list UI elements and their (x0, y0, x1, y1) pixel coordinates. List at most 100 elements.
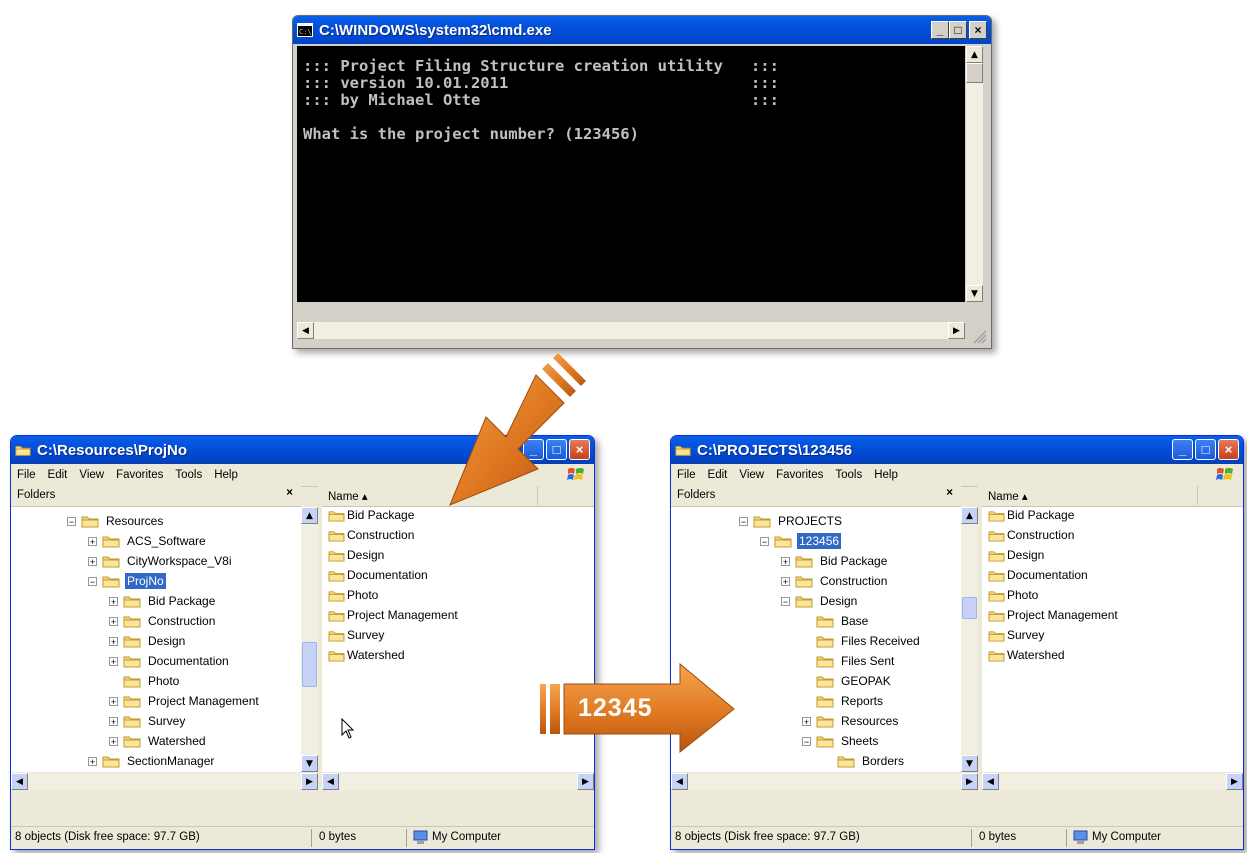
tree-vertical-scrollbar[interactable]: ▲ ▼ (301, 507, 318, 772)
scroll-down-arrow-icon[interactable]: ▼ (961, 755, 978, 772)
menu-edit[interactable]: Edit (702, 469, 734, 481)
scroll-thumb[interactable] (302, 642, 317, 687)
collapse-icon[interactable]: − (67, 516, 76, 526)
expand-icon[interactable]: + (88, 556, 97, 566)
menu-tools[interactable]: Tools (169, 469, 208, 481)
minimize-button[interactable]: _ (1172, 439, 1193, 460)
collapse-icon[interactable]: − (802, 736, 811, 746)
menu-tools[interactable]: Tools (829, 469, 868, 481)
list-item[interactable]: Photo (328, 585, 378, 605)
console-vertical-scrollbar[interactable]: ▲ ▼ (966, 46, 983, 302)
scroll-left-arrow-icon[interactable]: ◀ (671, 773, 688, 790)
menu-file[interactable]: File (671, 469, 702, 481)
collapse-icon[interactable]: − (781, 596, 790, 606)
close-folders-pane-icon[interactable]: × (286, 487, 293, 499)
menu-help[interactable]: Help (208, 469, 244, 481)
tree-item[interactable]: GEOPAK (802, 671, 893, 691)
close-folders-pane-icon[interactable]: × (946, 487, 953, 499)
expand-icon[interactable]: + (88, 756, 97, 766)
list-item[interactable]: Bid Package (988, 505, 1074, 525)
list-item[interactable]: Survey (988, 625, 1044, 645)
tree-item[interactable]: + Project Management (109, 691, 261, 711)
list-item[interactable]: Watershed (988, 645, 1065, 665)
expand-icon[interactable]: + (109, 696, 118, 706)
scroll-right-arrow-icon[interactable]: ▶ (948, 322, 965, 339)
tree-item[interactable]: + SectionManager (88, 751, 216, 771)
expand-icon[interactable]: + (781, 556, 790, 566)
expand-icon[interactable]: + (88, 536, 97, 546)
list-item[interactable]: Bid Package (328, 505, 414, 525)
expand-icon[interactable]: + (109, 596, 118, 606)
name-column-header[interactable]: Name ▴ (988, 486, 1198, 505)
tree-item[interactable]: − Sheets (802, 731, 880, 751)
tree-item[interactable]: + Documentation (109, 651, 231, 671)
list-item[interactable]: Design (328, 545, 384, 565)
menu-view[interactable]: View (73, 469, 110, 481)
scroll-down-arrow-icon[interactable]: ▼ (966, 285, 983, 302)
tree-item[interactable]: + Construction (109, 611, 217, 631)
menu-favorites[interactable]: Favorites (110, 469, 169, 481)
tree-item[interactable]: − Design (781, 591, 859, 611)
collapse-icon[interactable]: − (760, 536, 769, 546)
scroll-thumb[interactable] (966, 63, 983, 83)
list-item[interactable]: Construction (988, 525, 1074, 545)
resize-grip-icon[interactable] (970, 327, 987, 344)
explorer-right-titlebar[interactable]: C:\PROJECTS\123456 _ □ × (671, 436, 1243, 464)
list-item[interactable]: Design (988, 545, 1044, 565)
console-output[interactable]: ::: Project Filing Structure creation ut… (297, 46, 965, 302)
tree-item[interactable]: + Bid Package (781, 551, 889, 571)
console-horizontal-scrollbar[interactable]: ◀ ▶ (297, 322, 965, 339)
tree-horizontal-scrollbar[interactable]: ◀ ▶ (671, 773, 978, 790)
list-horizontal-scrollbar[interactable]: ◀ ▶ (322, 773, 594, 790)
tree-item[interactable]: − Resources (67, 511, 165, 531)
tree-item[interactable]: Files Sent (802, 651, 896, 671)
collapse-icon[interactable]: − (739, 516, 748, 526)
tree-item[interactable]: Base (802, 611, 870, 631)
scroll-left-arrow-icon[interactable]: ◀ (322, 773, 339, 790)
collapse-icon[interactable]: − (88, 576, 97, 586)
list-item[interactable]: Watershed (328, 645, 405, 665)
scroll-thumb[interactable] (962, 597, 977, 619)
expand-icon[interactable]: + (109, 616, 118, 626)
tree-item[interactable]: Files Received (802, 631, 922, 651)
tree-item[interactable]: − PROJECTS (739, 511, 844, 531)
list-item[interactable]: Project Management (988, 605, 1118, 625)
tree-item[interactable]: − ProjNo (88, 571, 166, 591)
scroll-right-arrow-icon[interactable]: ▶ (961, 773, 978, 790)
menu-edit[interactable]: Edit (42, 469, 74, 481)
scroll-left-arrow-icon[interactable]: ◀ (11, 773, 28, 790)
scroll-down-arrow-icon[interactable]: ▼ (301, 755, 318, 772)
expand-icon[interactable]: + (109, 636, 118, 646)
scroll-right-arrow-icon[interactable]: ▶ (301, 773, 318, 790)
tree-item[interactable]: Photo (109, 671, 181, 691)
tree-item[interactable]: + Watershed (109, 731, 208, 751)
list-horizontal-scrollbar[interactable]: ◀ ▶ (982, 773, 1243, 790)
close-button[interactable]: × (969, 21, 987, 39)
list-item[interactable]: Documentation (328, 565, 428, 585)
tree-item[interactable]: + Survey (109, 711, 187, 731)
tree-item[interactable]: + Bid Package (109, 591, 217, 611)
scroll-up-arrow-icon[interactable]: ▲ (301, 507, 318, 524)
menu-help[interactable]: Help (868, 469, 904, 481)
list-item[interactable]: Construction (328, 525, 414, 545)
tree-item[interactable]: +UserV8i (88, 771, 172, 772)
list-item[interactable]: Survey (328, 625, 384, 645)
scroll-left-arrow-icon[interactable]: ◀ (297, 322, 314, 339)
tree-vertical-scrollbar[interactable]: ▲ ▼ (961, 507, 978, 772)
menu-view[interactable]: View (733, 469, 770, 481)
menu-file[interactable]: File (11, 469, 42, 481)
tree-item[interactable]: + ACS_Software (88, 531, 208, 551)
list-item[interactable]: Documentation (988, 565, 1088, 585)
expand-icon[interactable]: + (109, 716, 118, 726)
expand-icon[interactable]: + (109, 736, 118, 746)
tree-horizontal-scrollbar[interactable]: ◀ ▶ (11, 773, 318, 790)
tree-item[interactable]: Borders (823, 751, 906, 771)
maximize-button[interactable]: □ (1195, 439, 1216, 460)
tree-item[interactable]: Construction and (823, 771, 955, 772)
scroll-right-arrow-icon[interactable]: ▶ (577, 773, 594, 790)
tree-item[interactable]: + Construction (781, 571, 889, 591)
list-item[interactable]: Photo (988, 585, 1038, 605)
tree-item[interactable]: + Design (109, 631, 187, 651)
scroll-left-arrow-icon[interactable]: ◀ (982, 773, 999, 790)
minimize-button[interactable]: _ (931, 21, 949, 39)
